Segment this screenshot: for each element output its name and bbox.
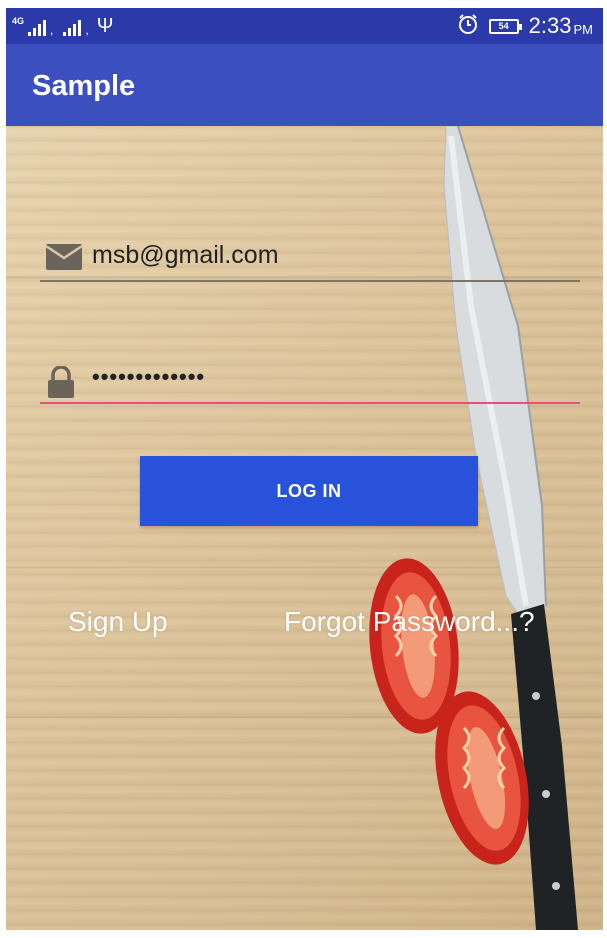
status-bar: 4G , , Ψ 54 2:33 PM xyxy=(6,8,603,44)
battery-level: 54 xyxy=(498,20,509,31)
comma-separator: , xyxy=(50,23,54,37)
signal-icon xyxy=(28,20,47,36)
app-title: Sample xyxy=(32,70,136,102)
password-field[interactable] xyxy=(40,354,580,404)
login-button[interactable]: LOG IN xyxy=(140,456,478,526)
email-input[interactable] xyxy=(92,240,562,270)
phone-screen: 4G , , Ψ 54 2:33 PM Sample msb@gmail.com… xyxy=(6,8,603,930)
lock-icon xyxy=(46,365,76,403)
network-type-label: 4G xyxy=(12,16,25,26)
email-icon xyxy=(45,244,83,275)
email-field[interactable] xyxy=(40,232,580,282)
battery-icon: 54 xyxy=(488,18,522,34)
alarm-icon xyxy=(457,13,479,39)
status-bar-right: 54 2:33 PM xyxy=(457,12,593,40)
usb-icon: Ψ xyxy=(96,15,114,37)
signal-icon xyxy=(63,20,82,36)
status-bar-left: 4G , , Ψ xyxy=(12,14,113,36)
status-time: 2:33 xyxy=(528,13,572,38)
sign-up-link[interactable]: Sign Up xyxy=(68,606,168,638)
comma-separator: , xyxy=(85,23,89,37)
login-screen: LOG IN Sign Up Forgot Password...? xyxy=(6,126,603,930)
password-input[interactable] xyxy=(92,362,562,392)
status-am-pm: PM xyxy=(573,21,594,37)
forgot-password-link[interactable]: Forgot Password...? xyxy=(284,606,535,638)
app-bar: Sample xyxy=(6,44,603,126)
